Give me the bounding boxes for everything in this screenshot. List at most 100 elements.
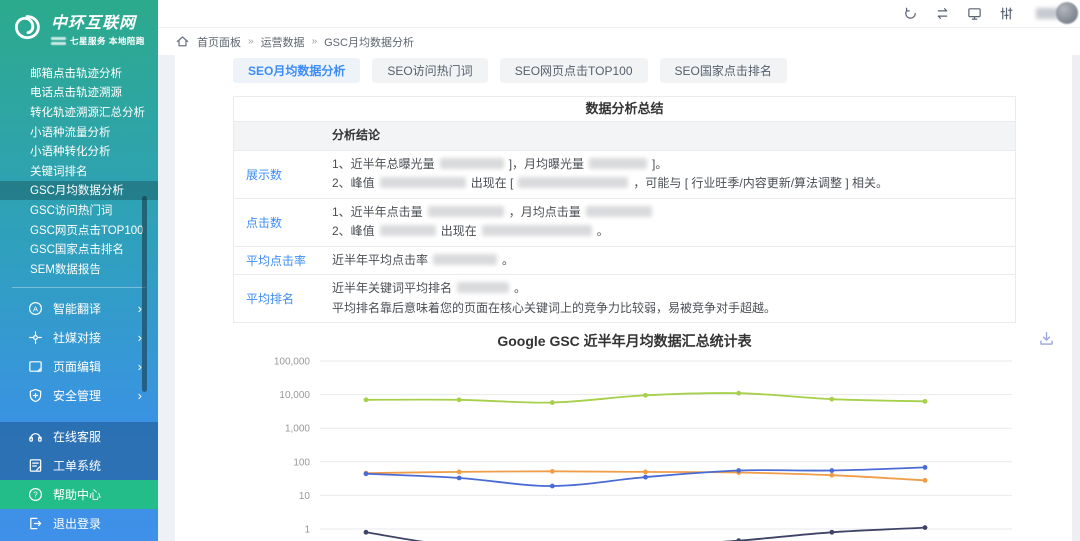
table-row: 展示数1、近半年总曝光量]，月均曝光量]。2、峰值出现在 [，可能与 [ 行业旺… [234,150,1015,198]
sidebar-item-label: SEM数据报告 [30,261,101,277]
sidebar-item[interactable]: GSC网页点击TOP100 [0,220,158,240]
row-conclusion: 1、近半年点击量，月均点击量2、峰值出现在。 [322,199,1015,246]
sidebar-footer-item[interactable]: 工单系统 [0,451,158,480]
swap-icon[interactable] [935,6,950,21]
breadcrumb-item[interactable]: GSC月均数据分析 [324,34,414,50]
tab-2[interactable]: SEO访问热门词 [372,58,487,83]
conclusion-text: 。 [502,253,514,267]
y-axis-tick-label: 10 [299,491,311,502]
sidebar-item[interactable]: 关键词排名 [0,161,158,181]
sidebar-item[interactable]: 小语种转化分析 [0,141,158,161]
row-label: 平均点击率 [234,247,322,275]
sidebar-item[interactable]: 转化轨迹溯源汇总分析 [0,102,158,122]
dark-navy-series-point [829,530,834,535]
brand-name: 中环互联网 [51,15,145,33]
app-window: 中环互联网 七星服务 本地陪跑 邮箱点击轨迹分析电话点击轨迹溯源转化轨迹溯源汇总… [0,0,1080,541]
conclusion-text: 。 [514,281,526,295]
breadcrumb-item[interactable]: 首页面板 [197,34,241,50]
sliders-icon[interactable] [999,6,1014,21]
avatar[interactable] [1056,2,1078,24]
tab-bar: SEO月均数据分析 SEO访问热门词 SEO网页点击TOP100 SEO国家点击排名 [233,58,787,83]
tab-4[interactable]: SEO国家点击排名 [660,58,787,83]
brand-mini-text [51,37,66,45]
headset-icon [28,429,43,444]
help-icon: ? [28,487,43,502]
breadcrumb-separator: » [312,36,318,47]
sidebar-group-1[interactable]: A智能翻译› [0,294,158,323]
sidebar-group-label: 智能翻译 [53,300,101,317]
sidebar-item[interactable]: GSC月均数据分析 [0,181,158,201]
redacted-value [428,206,504,217]
page-scrollbar-track[interactable] [1072,55,1080,541]
conclusion-line: 1、近半年总曝光量]，月均曝光量]。 [332,155,1005,175]
row-conclusion: 1、近半年总曝光量]，月均曝光量]。2、峰值出现在 [，可能与 [ 行业旺季/内… [322,151,1015,198]
redacted-value [589,158,647,169]
blue-series-point [736,468,741,473]
sidebar-footer-item[interactable]: ?帮助中心 [0,480,158,509]
page-edit-icon [28,359,43,374]
sidebar-footer-item[interactable]: 在线客服 [0,422,158,451]
sidebar-footer: 在线客服工单系统?帮助中心退出登录 [0,422,158,538]
refresh-icon[interactable] [903,6,918,21]
redacted-value [518,177,628,188]
sidebar-group-2[interactable]: 社媒对接› [0,323,158,352]
sidebar-divider [12,287,146,288]
conclusion-text: 出现在 [441,224,477,238]
conclusion-line: 近半年关键词平均排名。 [332,279,1005,299]
y-axis-tick-label: 100,000 [274,357,311,368]
sidebar-item-label: GSC网页点击TOP100 [30,222,144,238]
monitor-icon[interactable] [967,6,982,21]
sidebar-item[interactable]: 小语种流量分析 [0,122,158,142]
sidebar-groups: A智能翻译›社媒对接›页面编辑›安全管理› [0,294,158,410]
sidebar-group-label: 安全管理 [53,387,101,404]
security-shield-icon [28,388,43,403]
sidebar-item-label: 小语种流量分析 [30,124,111,140]
sidebar-item[interactable]: SEM数据报告 [0,259,158,279]
green-series-point [364,397,369,402]
sidebar-item[interactable]: GSC访问热门词 [0,200,158,220]
conclusion-line: 2、峰值出现在 [，可能与 [ 行业旺季/内容更新/算法调整 ] 相关。 [332,174,1005,194]
row-conclusion: 近半年平均点击率。 [322,247,1015,275]
redacted-value [380,177,466,188]
orange-series-point [829,473,834,478]
sidebar-footer-label: 退出登录 [53,515,101,532]
blue-series-point [923,465,928,470]
summary-table-header-conclusion: 分析结论 [322,122,1015,150]
home-icon[interactable] [175,34,190,49]
sidebar-item-label: GSC国家点击排名 [30,241,124,257]
y-axis-tick-label: 1 [304,525,310,536]
sidebar-footer-item[interactable]: 退出登录 [0,509,158,538]
brand-logo[interactable]: 中环互联网 七星服务 本地陪跑 [0,0,158,58]
conclusion-text: 2、峰值 [332,176,375,190]
sidebar-group-3[interactable]: 页面编辑› [0,352,158,381]
tab-3[interactable]: SEO网页点击TOP100 [500,58,648,83]
conclusion-text: ，可能与 [ 行业旺季/内容更新/算法调整 ] 相关。 [633,176,888,190]
row-label: 点击数 [234,199,322,246]
redacted-value [457,282,509,293]
blue-series-point [643,475,648,480]
sidebar-item[interactable]: GSC国家点击排名 [0,239,158,259]
sidebar-scrollbar-thumb[interactable] [142,196,147,392]
row-label: 平均排名 [234,275,322,322]
download-icon[interactable] [1038,330,1055,352]
sidebar-item-label: GSC访问热门词 [30,202,112,218]
line-chart: 100,00010,0001,000100101 [250,350,1016,541]
green-series-point [736,391,741,396]
summary-table-header-row: 分析结论 [234,121,1015,150]
conclusion-text: 1、近半年点击量 [332,205,423,219]
tab-1[interactable]: SEO月均数据分析 [233,58,360,83]
conclusion-text: ]，月均曝光量 [509,157,584,171]
sidebar-item[interactable]: 邮箱点击轨迹分析 [0,63,158,83]
sidebar-item[interactable]: 电话点击轨迹溯源 [0,83,158,103]
user-menu[interactable] [1036,2,1078,24]
conclusion-text: 。 [597,224,609,238]
green-series-point [923,399,928,404]
breadcrumb-item[interactable]: 运营数据 [261,34,305,50]
sidebar-group-4[interactable]: 安全管理› [0,381,158,410]
brand-tagline: 七星服务 本地陪跑 [70,35,145,47]
dark-navy-series-point [923,525,928,530]
conclusion-line: 平均排名靠后意味着您的页面在核心关键词上的竞争力比较弱，易被竞争对手超越。 [332,299,1005,319]
ticket-icon [28,458,43,473]
breadcrumb-separator: » [248,36,254,47]
chart-title: Google GSC 近半年月均数据汇总统计表 [233,331,1016,351]
